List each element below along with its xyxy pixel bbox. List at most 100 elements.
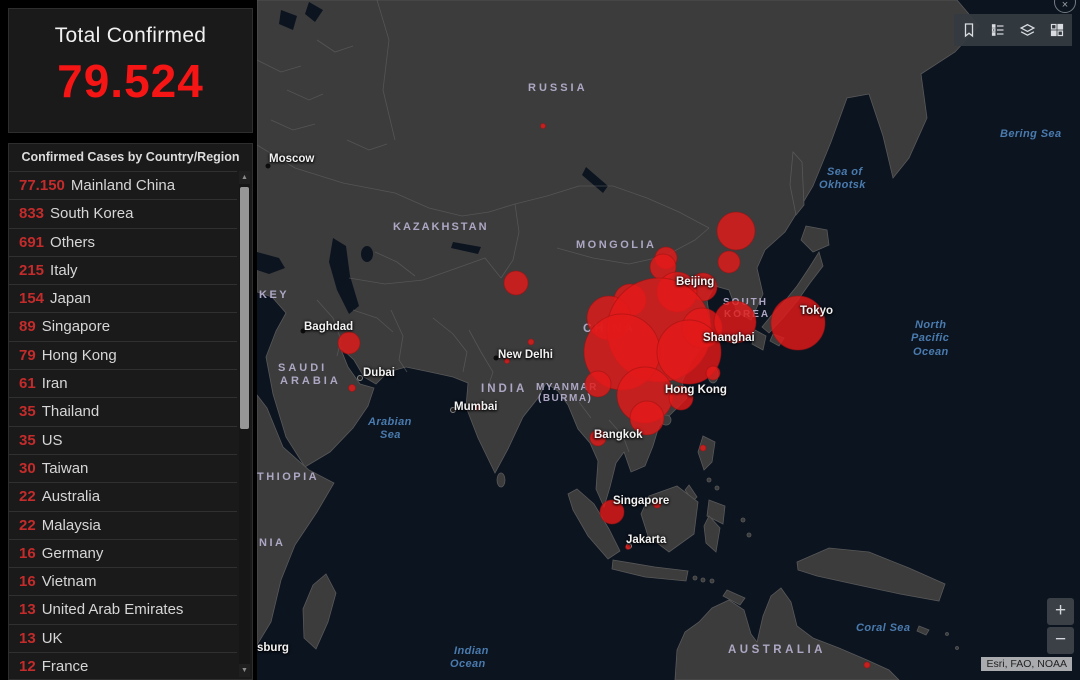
region-name: Germany	[42, 545, 104, 562]
cases-list: 77.150 Mainland China 833 South Korea 691Oth…	[9, 171, 237, 679]
case-count: 13	[19, 601, 36, 618]
outbreak-marker[interactable]	[630, 401, 664, 435]
region-name: Singapore	[42, 318, 110, 335]
list-item[interactable]: 154 Japan	[9, 284, 237, 312]
list-item[interactable]: 12 France	[9, 652, 237, 679]
outbreak-marker[interactable]	[626, 545, 631, 550]
outbreak-marker[interactable]	[349, 385, 356, 392]
outbreak-marker[interactable]	[590, 430, 606, 446]
region-name: Australia	[42, 488, 100, 505]
region-name: South Korea	[50, 205, 133, 222]
outbreak-markers-layer	[257, 0, 1080, 680]
list-item[interactable]: 35 Thailand	[9, 397, 237, 425]
case-count: 22	[19, 488, 36, 505]
list-item[interactable]: 61 Iran	[9, 369, 237, 397]
case-count: 61	[19, 375, 36, 392]
region-name: United Arab Emirates	[42, 601, 184, 618]
case-count: 12	[19, 658, 36, 675]
case-count: 215	[19, 262, 44, 279]
layers-button[interactable]	[1013, 14, 1043, 46]
case-count: 89	[19, 318, 36, 335]
region-name: Hong Kong	[42, 347, 117, 364]
case-count: 16	[19, 573, 36, 590]
legend-button[interactable]	[984, 14, 1014, 46]
total-confirmed-panel: Total Confirmed 79.524	[8, 8, 253, 133]
outbreak-marker[interactable]	[864, 662, 870, 668]
outbreak-marker[interactable]	[706, 366, 720, 380]
list-scrollbar[interactable]: ▲ ▼	[239, 171, 250, 677]
outbreak-marker[interactable]	[475, 404, 481, 410]
map-toolbar	[954, 14, 1072, 46]
outbreak-marker[interactable]	[528, 339, 534, 345]
list-item[interactable]: 16 Vietnam	[9, 567, 237, 595]
map-canvas[interactable]: RUSSIA KAZAKHSTAN MONGOLIA CHINA SOUTH K…	[257, 0, 1080, 680]
region-name: France	[42, 658, 89, 675]
outbreak-marker[interactable]	[717, 212, 755, 250]
region-name: Iran	[42, 375, 68, 392]
list-item[interactable]: 833 South Korea	[9, 199, 237, 227]
covid-dashboard: Total Confirmed 79.524 Confirmed Cases b…	[0, 0, 1080, 680]
list-item[interactable]: 22 Australia	[9, 482, 237, 510]
outbreak-marker[interactable]	[541, 124, 546, 129]
total-confirmed-value: 79.524	[9, 54, 252, 108]
list-item[interactable]: 16 Germany	[9, 539, 237, 567]
region-name: Japan	[50, 290, 91, 307]
list-item[interactable]: 215Italy	[9, 256, 237, 284]
outbreak-marker[interactable]	[585, 371, 611, 397]
outbreak-marker[interactable]	[718, 251, 740, 273]
scrollbar-thumb[interactable]	[240, 187, 249, 429]
region-name: Taiwan	[42, 460, 89, 477]
layers-icon	[1019, 22, 1036, 39]
region-name: Mainland China	[71, 177, 175, 194]
list-item[interactable]: 13 United Arab Emirates	[9, 595, 237, 623]
outbreak-marker[interactable]	[505, 359, 510, 364]
case-count: 77.150	[19, 177, 65, 194]
list-item[interactable]: 35 US	[9, 426, 237, 454]
outbreak-marker[interactable]	[771, 296, 825, 350]
zoom-out-button[interactable]: −	[1047, 627, 1074, 654]
region-name: Others	[50, 234, 95, 251]
case-count: 35	[19, 403, 36, 420]
case-count: 22	[19, 517, 36, 534]
case-count: 13	[19, 630, 36, 647]
cases-list-header: Confirmed Cases by Country/Region	[9, 144, 252, 171]
list-item[interactable]: 79 Hong Kong	[9, 341, 237, 369]
case-count: 30	[19, 460, 36, 477]
case-count: 79	[19, 347, 36, 364]
list-item[interactable]: 89 Singapore	[9, 312, 237, 340]
scroll-down-button[interactable]: ▼	[239, 664, 250, 677]
outbreak-marker[interactable]	[504, 271, 528, 295]
cases-by-region-panel: Confirmed Cases by Country/Region 77.150…	[8, 143, 253, 680]
list-item[interactable]: 22 Malaysia	[9, 511, 237, 539]
outbreak-marker[interactable]	[714, 301, 756, 343]
scroll-up-button[interactable]: ▲	[239, 171, 250, 184]
case-count: 154	[19, 290, 44, 307]
map-attribution: Esri, FAO, NOAA	[981, 657, 1072, 671]
basemap-button[interactable]	[1043, 14, 1073, 46]
region-name: Malaysia	[42, 517, 101, 534]
list-item[interactable]: 691Others	[9, 228, 237, 256]
case-count: 35	[19, 432, 36, 449]
region-name: Vietnam	[42, 573, 97, 590]
list-item[interactable]: 77.150 Mainland China	[9, 171, 237, 199]
case-count: 16	[19, 545, 36, 562]
region-name: Thailand	[42, 403, 100, 420]
region-name: US	[42, 432, 63, 449]
zoom-controls: + −	[1047, 598, 1074, 656]
outbreak-marker[interactable]	[700, 445, 706, 451]
bookmark-icon	[961, 22, 977, 38]
sidebar: Total Confirmed 79.524 Confirmed Cases b…	[0, 0, 257, 680]
outbreak-marker[interactable]	[338, 332, 360, 354]
list-item[interactable]: 13 UK	[9, 624, 237, 652]
outbreak-marker[interactable]	[600, 500, 624, 524]
basemap-grid-icon	[1049, 22, 1065, 38]
outbreak-marker[interactable]	[653, 500, 661, 508]
zoom-in-button[interactable]: +	[1047, 598, 1074, 625]
case-count: 833	[19, 205, 44, 222]
legend-icon	[990, 22, 1006, 38]
region-name: UK	[42, 630, 63, 647]
outbreak-marker[interactable]	[669, 386, 693, 410]
list-item[interactable]: 30 Taiwan	[9, 454, 237, 482]
bookmarks-button[interactable]	[954, 14, 984, 46]
total-confirmed-title: Total Confirmed	[9, 24, 252, 48]
